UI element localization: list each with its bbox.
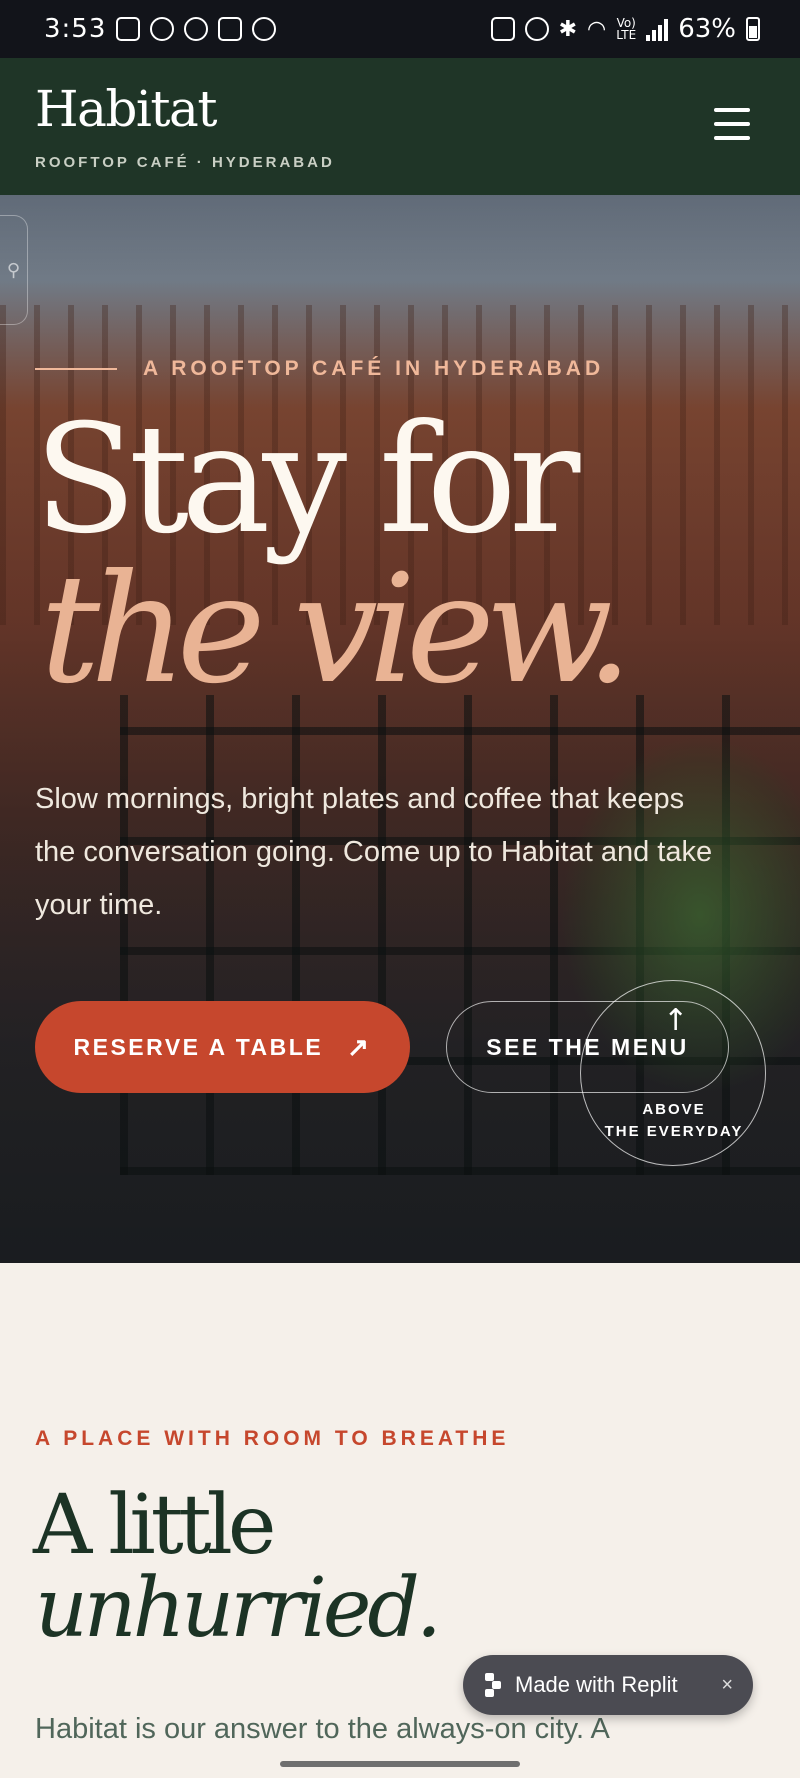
- notification-icon: [150, 17, 175, 41]
- arrow-up-icon: ↑: [663, 1003, 689, 1038]
- status-bar: 3:53 ✱ ◠ Vo) LTE 63%: [0, 0, 800, 58]
- hero-headline-line2: the view.: [40, 543, 633, 717]
- hero-headline-line1: Stay for: [34, 393, 580, 567]
- hero-description: Slow mornings, bright plates and coffee …: [35, 783, 713, 921]
- hamburger-menu-icon[interactable]: [714, 108, 750, 140]
- whatsapp-icon: [184, 17, 209, 41]
- hero-eyebrow: A ROOFTOP CAFÉ IN HYDERABAD: [35, 357, 604, 381]
- eyebrow-line: [35, 368, 117, 370]
- section-body: Habitat is our answer to the always-on c…: [35, 1713, 610, 1745]
- volte-icon: Vo) LTE: [616, 16, 637, 42]
- site-tagline: ROOFTOP CAFÉ · HYDERABAD: [35, 154, 335, 171]
- close-icon[interactable]: ×: [721, 1674, 733, 1697]
- reserve-table-label: RESERVE A TABLE: [73, 1033, 324, 1060]
- gmail-icon: [116, 17, 141, 41]
- hero-section: ⚲ A ROOFTOP CAFÉ IN HYDERABAD Stay for t…: [0, 195, 800, 1263]
- site-logo[interactable]: Habitat: [35, 84, 217, 134]
- badge-line1: ABOVE: [642, 1101, 706, 1118]
- hero-eyebrow-text: A ROOFTOP CAFÉ IN HYDERABAD: [143, 357, 605, 380]
- replit-label: Made with Replit: [515, 1672, 678, 1697]
- badge-line2: THE EVERYDAY: [604, 1123, 744, 1140]
- made-with-replit-badge[interactable]: Made with Replit ×: [463, 1655, 753, 1715]
- app-icon: [218, 17, 243, 41]
- reserve-table-button[interactable]: RESERVE A TABLE ↗: [35, 1001, 410, 1093]
- bluetooth-icon: ✱: [558, 16, 578, 42]
- status-time: 3:53: [44, 14, 107, 44]
- alarm-icon: [524, 17, 549, 41]
- site-header: Habitat ROOFTOP CAFÉ · HYDERABAD: [0, 58, 800, 195]
- drive-icon: [252, 17, 277, 41]
- wifi-icon: ◠: [587, 16, 607, 42]
- above-everyday-badge: ↑ ABOVE THE EVERYDAY: [580, 980, 766, 1166]
- home-indicator[interactable]: [280, 1761, 520, 1767]
- battery-icon: [746, 17, 760, 41]
- replit-icon: [483, 1673, 503, 1697]
- section-heading-line2: unhurried.: [35, 1561, 442, 1656]
- section-eyebrow: A PLACE WITH ROOM TO BREATHE: [35, 1427, 510, 1450]
- section-heading-line1: A little: [33, 1478, 276, 1573]
- battery-saver-icon: [490, 17, 515, 41]
- arrow-up-right-icon: ↗: [347, 1031, 372, 1062]
- battery-percent: 63%: [678, 14, 736, 44]
- signal-icon: [646, 17, 669, 41]
- accessibility-icon[interactable]: ⚲: [0, 215, 28, 325]
